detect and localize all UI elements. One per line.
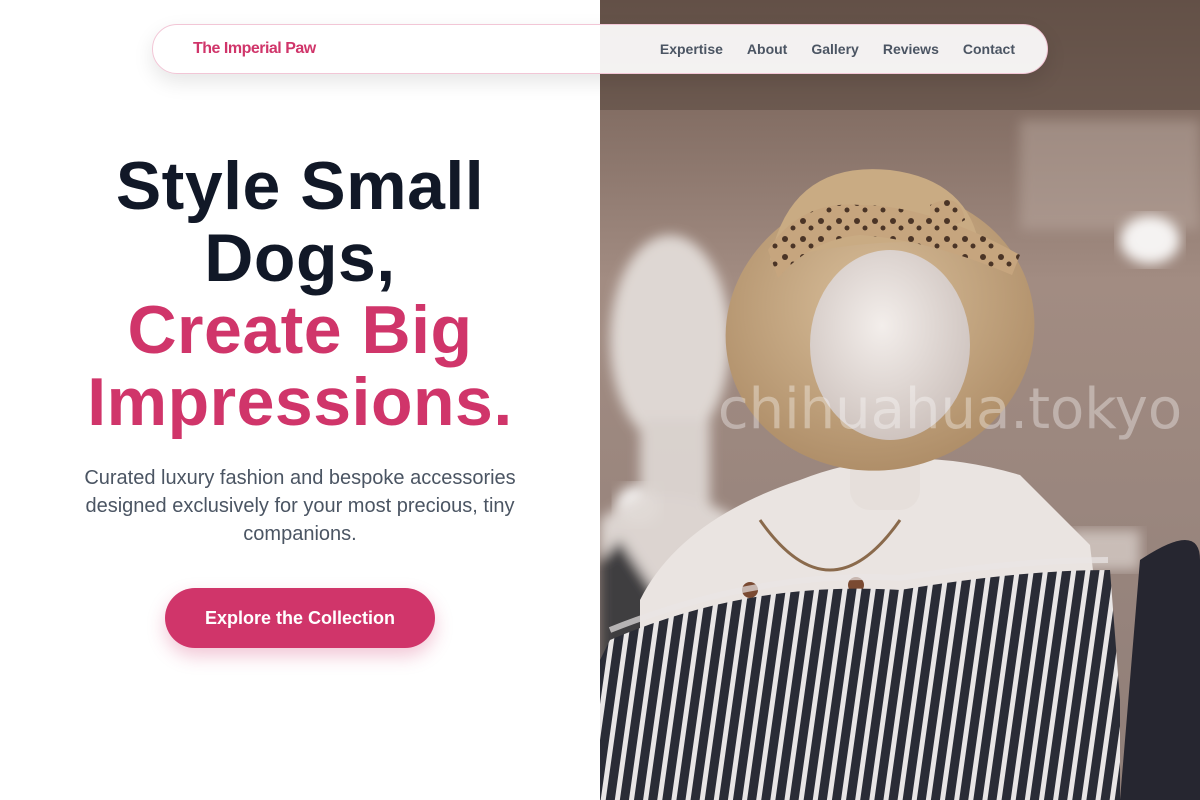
- nav-link-reviews[interactable]: Reviews: [883, 41, 939, 57]
- explore-collection-button[interactable]: Explore the Collection: [165, 588, 435, 648]
- hero-headline: Style Small Dogs, Create Big Impressions…: [0, 150, 600, 438]
- nav-link-contact[interactable]: Contact: [963, 41, 1015, 57]
- hero-text-panel: Style Small Dogs, Create Big Impressions…: [0, 0, 600, 800]
- hero-image: chihuahua.tokyo: [600, 0, 1200, 800]
- headline-accent-line-1: Create Big: [127, 292, 473, 368]
- nav-link-expertise[interactable]: Expertise: [660, 41, 723, 57]
- nav-link-about[interactable]: About: [747, 41, 787, 57]
- headline-line-1: Style Small: [115, 148, 485, 224]
- mannequin-photo: chihuahua.tokyo: [600, 0, 1200, 800]
- photo-watermark: chihuahua.tokyo: [718, 377, 1182, 442]
- brand-logo-link[interactable]: The Imperial Paw: [193, 40, 316, 58]
- hero-subtitle: Curated luxury fashion and bespoke acces…: [84, 467, 516, 545]
- nav-link-gallery[interactable]: Gallery: [811, 41, 858, 57]
- top-navbar: The Imperial Paw Expertise About Gallery…: [152, 24, 1048, 74]
- nav-links: Expertise About Gallery Reviews Contact: [660, 41, 1015, 57]
- headline-accent-line-2: Impressions.: [87, 364, 513, 440]
- headline-line-2: Dogs,: [204, 220, 396, 296]
